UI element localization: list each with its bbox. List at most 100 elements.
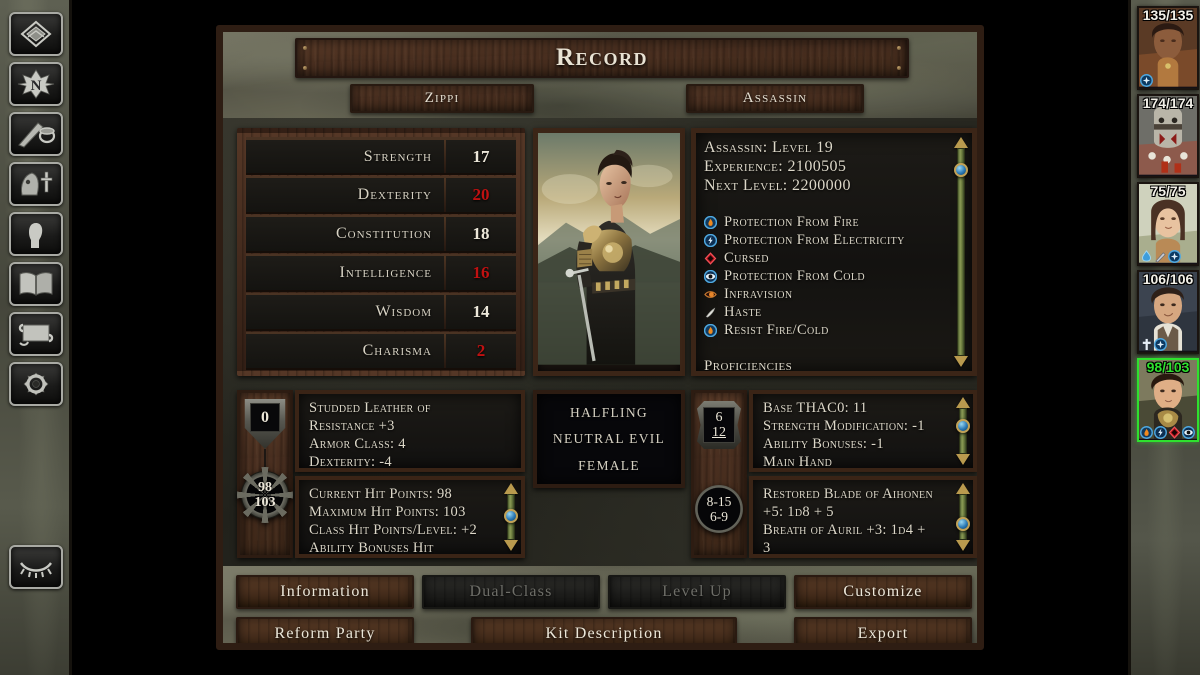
hitpoints-line: Ability Bonuses Hit — [309, 540, 434, 556]
attribute-value: 14 — [472, 302, 490, 321]
protection-icon[interactable] — [1168, 250, 1181, 263]
status-effect-row[interactable]: Haste — [704, 303, 946, 321]
customize-button-label: Customize — [843, 583, 923, 600]
party-portrait-2[interactable]: 174/174 — [1137, 94, 1199, 178]
level-up-button[interactable]: Level Up — [608, 575, 786, 609]
damage-badge-bottom: 6-9 — [710, 509, 728, 524]
hitpoints-badge-max: 103 — [254, 495, 276, 510]
cold-protection-icon — [704, 269, 717, 283]
scrollbar-track[interactable] — [956, 408, 970, 454]
party-hp-label: 106/106 — [1142, 271, 1194, 287]
level-up-button-label: Level Up — [662, 583, 732, 600]
scrollbar-thumb[interactable] — [504, 509, 518, 523]
party-portrait-5-selected[interactable]: 98/103 — [1137, 358, 1199, 442]
reform-party-button[interactable]: Reform Party — [236, 617, 414, 643]
cursed-icon — [704, 251, 717, 265]
damage-line: +5: 1d8 + 5 — [763, 504, 834, 520]
status-effect-row[interactable]: Infravision — [704, 285, 946, 303]
tab-character-class[interactable]: Assassin — [686, 84, 864, 113]
thaco-scrollbar[interactable] — [955, 397, 971, 465]
lightning-protection-icon[interactable] — [1154, 426, 1167, 439]
spellbook-icon[interactable] — [9, 262, 63, 306]
attribute-value: 20 — [472, 185, 490, 204]
scrollbar-track[interactable] — [956, 494, 970, 540]
class-status-panel: Assassin: Level 19 Experience: 2100505 N… — [691, 128, 977, 376]
scroll-up-arrow[interactable] — [956, 483, 970, 494]
hitpoints-line: Class Hit Points/Level: +2 — [309, 522, 478, 538]
protection-icon[interactable] — [1154, 338, 1167, 351]
options-icon[interactable] — [9, 362, 63, 406]
customize-button[interactable]: Customize — [794, 575, 972, 609]
information-button-label: Information — [280, 583, 370, 600]
character-portrait[interactable] — [533, 128, 685, 376]
status-effect-label: Haste — [724, 303, 762, 320]
tab-character-name-label: Zippi — [424, 90, 460, 106]
armor-line: Studded Leather of — [309, 400, 431, 416]
scrollbar-thumb[interactable] — [956, 517, 970, 531]
armor-info-panel: Studded Leather of Resistance +3 Armor C… — [295, 390, 525, 472]
damage-badge-top: 8-15 — [706, 494, 732, 509]
attribute-row[interactable]: Wisdom 14 — [246, 293, 516, 331]
fire-protection-icon[interactable] — [1140, 426, 1153, 439]
scroll-up-arrow[interactable] — [954, 137, 968, 148]
dual-class-button[interactable]: Dual-Class — [422, 575, 600, 609]
attribute-row[interactable]: Intelligence 16 — [246, 254, 516, 292]
kit-description-button[interactable]: Kit Description — [471, 617, 737, 643]
inventory-icon[interactable] — [9, 162, 63, 206]
holy-symbol-icon[interactable] — [1140, 338, 1153, 351]
scroll-up-arrow[interactable] — [956, 397, 970, 408]
party-portrait-3[interactable]: 75/75 — [1137, 182, 1199, 266]
infravision-icon — [704, 290, 717, 298]
attribute-row[interactable]: Dexterity 20 — [246, 176, 516, 214]
party-hp-label: 98/103 — [1146, 359, 1190, 375]
scroll-up-arrow[interactable] — [504, 483, 518, 494]
damage-scrollbar[interactable] — [955, 483, 971, 551]
party-status-strip — [1140, 250, 1196, 263]
party-portrait-4[interactable]: 106/106 — [1137, 270, 1199, 354]
protection-icon[interactable] — [1140, 74, 1153, 87]
export-button-label: Export — [857, 625, 909, 642]
scrollbar-track[interactable] — [504, 494, 518, 540]
attribute-row[interactable]: Constitution 18 — [246, 215, 516, 253]
attribute-label: Dexterity — [357, 186, 432, 203]
scroll-down-arrow[interactable] — [504, 540, 518, 551]
water-effect-icon[interactable] — [1140, 250, 1153, 263]
armor-class-badge: 0 — [244, 399, 286, 449]
party-bar: 135/135 174/174 75/75 106/106 98/103 — [1128, 0, 1200, 675]
status-effect-row[interactable]: Resist Fire/Cold — [704, 321, 946, 339]
map-icon[interactable] — [9, 12, 63, 56]
attribute-label: Wisdom — [375, 303, 432, 320]
journal-icon[interactable] — [9, 112, 63, 156]
scroll-down-arrow[interactable] — [956, 454, 970, 465]
damage-line: 3 — [763, 540, 771, 556]
class-panel-scrollbar[interactable] — [953, 137, 969, 367]
scrollbar-thumb[interactable] — [954, 163, 968, 177]
party-portrait-1[interactable]: 135/135 — [1137, 6, 1199, 90]
scroll-icon[interactable] — [9, 312, 63, 356]
status-effect-row[interactable]: Protection From Electricity — [704, 231, 946, 249]
information-button[interactable]: Information — [236, 575, 414, 609]
status-effect-row[interactable]: Protection From Fire — [704, 213, 946, 231]
thaco-line: Main Hand — [763, 454, 833, 470]
next-level-line: Next Level: 2200000 — [704, 177, 851, 194]
scroll-down-arrow[interactable] — [954, 356, 968, 367]
status-effect-row[interactable]: Protection From Cold — [704, 267, 946, 285]
party-status-strip — [1140, 426, 1196, 439]
weapon-effect-icon[interactable] — [1154, 250, 1167, 263]
compass-icon[interactable]: N — [9, 62, 63, 106]
attribute-label: Intelligence — [339, 264, 432, 281]
attribute-row[interactable]: Charisma 2 — [246, 332, 516, 370]
tab-character-name[interactable]: Zippi — [350, 84, 534, 113]
rest-icon[interactable] — [9, 545, 63, 589]
attribute-row[interactable]: Strength 17 — [246, 137, 516, 175]
cursed-icon[interactable] — [1168, 426, 1181, 439]
status-effect-row[interactable]: Cursed — [704, 249, 946, 267]
hitpoints-scrollbar[interactable] — [503, 483, 519, 551]
scrollbar-thumb[interactable] — [956, 419, 970, 433]
scrollbar-track[interactable] — [954, 148, 968, 356]
armor-line: Dexterity: -4 — [309, 454, 392, 470]
cold-protection-icon[interactable] — [1182, 426, 1195, 439]
export-button[interactable]: Export — [794, 617, 972, 643]
scroll-down-arrow[interactable] — [956, 540, 970, 551]
character-icon[interactable] — [9, 212, 63, 256]
